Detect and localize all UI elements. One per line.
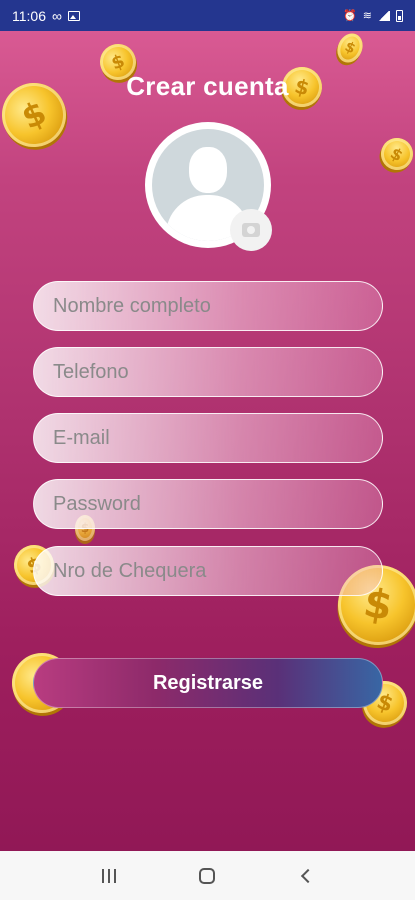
email-input[interactable] <box>53 426 382 450</box>
status-bar: 11:06 ∞ ⏰ ≋ <box>0 0 415 31</box>
checkbook-number-input[interactable] <box>53 559 382 583</box>
back-button[interactable] <box>286 856 326 896</box>
home-button[interactable] <box>187 856 227 896</box>
change-photo-button[interactable] <box>230 209 272 251</box>
coin-icon: $ <box>332 31 368 67</box>
status-right: ⏰ ≋ <box>343 9 403 22</box>
coin-icon: $ <box>375 132 415 176</box>
camera-icon <box>242 223 260 237</box>
full-name-field[interactable] <box>33 281 383 331</box>
full-name-input[interactable] <box>53 294 382 318</box>
battery-icon <box>396 9 403 22</box>
register-screen: $ $ $ $ $ $ $ $ $ $ Crear cuenta Registr… <box>0 31 415 851</box>
back-icon <box>300 868 315 883</box>
phone-input[interactable] <box>53 360 382 384</box>
avatar-head <box>189 147 227 193</box>
system-nav-bar <box>0 851 415 900</box>
coin-symbol: $ <box>342 38 358 58</box>
wifi-icon: ≋ <box>362 10 372 22</box>
checkbook-number-field[interactable] <box>33 546 383 596</box>
status-left: 11:06 ∞ <box>12 8 80 24</box>
password-field[interactable] <box>33 479 383 529</box>
phone-field[interactable] <box>33 347 383 397</box>
register-button[interactable]: Registrarse <box>33 658 383 708</box>
home-icon <box>199 867 216 884</box>
recents-icon <box>102 868 117 883</box>
page-title: Crear cuenta <box>126 71 289 101</box>
password-input[interactable] <box>53 492 382 516</box>
email-field[interactable] <box>33 413 383 463</box>
signal-icon <box>378 10 390 21</box>
status-time: 11:06 <box>12 7 46 24</box>
coin-symbol: $ <box>387 142 407 166</box>
alarm-icon: ⏰ <box>343 10 357 22</box>
voicemail-icon: ∞ <box>52 7 62 24</box>
recents-button[interactable] <box>89 856 129 896</box>
image-icon <box>67 10 80 21</box>
